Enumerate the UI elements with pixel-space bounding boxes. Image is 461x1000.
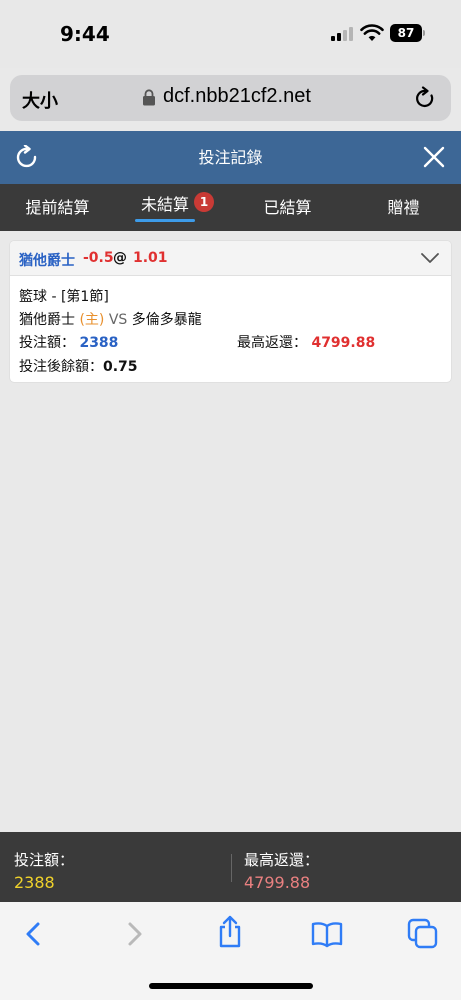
signal-icon [331,27,353,41]
tab-settled[interactable]: 已結算 [230,184,345,231]
tabs-icon[interactable] [405,916,441,952]
max-return-label: 最高返還： [237,335,307,351]
bet-card: 猶他爵士 -0.5 @ 1.01 籃球 - [第1節] 猶他爵士 (主) VS … [10,241,451,382]
stake-label: 投注額： [19,335,75,351]
bet-match: 猶他爵士 (主) VS 多倫多暴龍 [19,309,202,329]
unsettled-count-badge: 1 [194,192,214,212]
bet-stake-row: 投注額： 2388 [19,332,118,352]
bet-selection: 猶他爵士 [19,253,75,269]
bet-odds: 1.01 [133,250,168,266]
tab-early-settle[interactable]: 提前結算 [0,184,115,231]
close-icon[interactable] [423,146,445,168]
chevron-down-icon[interactable] [420,251,440,265]
max-return-value: 4799.88 [311,335,376,351]
back-icon[interactable] [16,916,52,952]
home-team: 猶他爵士 [19,312,75,328]
summary-stake-value: 2388 [14,873,55,892]
summary-divider [231,854,232,882]
tab-gifts[interactable]: 贈禮 [346,184,461,231]
wifi-icon [360,24,384,41]
lock-icon [143,89,155,106]
summary-stake-label: 投注額： [14,851,75,869]
text-size-button[interactable]: 大小 [22,87,58,113]
refresh-icon[interactable] [14,145,40,171]
home-tag: (主) [79,312,105,328]
tab-label: 贈禮 [387,198,420,217]
url-text[interactable]: dcf.nbb21cf2.net [163,85,311,108]
address-bar[interactable]: 大小 dcf.nbb21cf2.net [10,75,451,121]
vs-label: VS [108,312,128,328]
remaining-label: 投注後餘額： [19,359,103,375]
battery-tip [423,30,425,36]
status-time: 9:44 [60,22,110,46]
bet-card-header[interactable]: 猶他爵士 -0.5 @ 1.01 [10,241,451,276]
summary-bar: 投注額： 2388 最高返還： 4799.88 [0,832,461,902]
away-team: 多倫多暴龍 [131,312,202,328]
summary-return-value: 4799.88 [244,873,311,892]
status-bar: 9:44 87 [0,0,461,68]
tab-label: 未結算 [140,195,189,214]
forward-icon[interactable] [116,916,152,952]
remaining-value: 0.75 [103,359,138,375]
battery-icon: 87 [390,24,422,42]
tab-bar: 提前結算 未結算 1 已結算 贈禮 [0,184,461,231]
active-tab-indicator [135,219,195,222]
share-icon[interactable] [212,914,248,950]
stake-value: 2388 [79,335,119,351]
bet-return-row: 最高返還： 4799.88 [237,332,375,352]
app-header: 投注記錄 [0,131,461,184]
page-title: 投注記錄 [198,148,263,167]
bet-at-symbol: @ [113,250,127,266]
bookmarks-icon[interactable] [309,916,345,952]
bet-league: 籃球 - [第1節] [19,289,109,305]
tab-label: 已結算 [263,198,312,217]
summary-return-label: 最高返還： [244,851,320,869]
bet-remaining-row: 投注後餘額：0.75 [19,356,138,376]
home-indicator [149,983,313,989]
bet-handicap: -0.5 [83,250,114,266]
tab-label: 提前結算 [25,198,90,217]
tab-unsettled[interactable]: 未結算 [135,184,195,231]
reload-icon[interactable] [413,86,437,110]
